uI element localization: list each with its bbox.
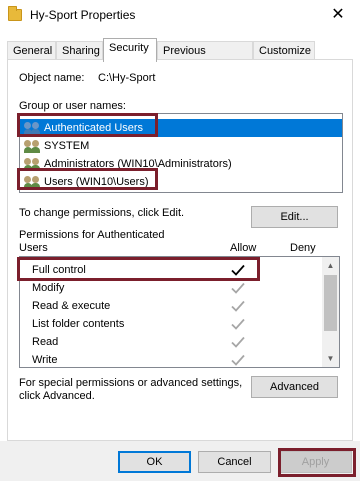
change-permissions-text: To change permissions, click Edit. <box>19 207 185 219</box>
title-bar: Hy-Sport Properties ✕ <box>0 0 360 32</box>
permission-row-read: Read <box>20 333 320 351</box>
groups-listbox[interactable]: Authenticated Users SYSTEM Administrator… <box>19 113 343 193</box>
users-icon <box>24 121 42 135</box>
tab-previous-versions[interactable]: Previous Versions <box>157 41 253 75</box>
users-icon <box>24 139 42 153</box>
users-icon <box>24 157 42 171</box>
permission-row-modify: Modify <box>20 279 320 297</box>
check-icon <box>231 336 245 348</box>
tab-security[interactable]: Security <box>103 38 157 62</box>
list-item-authenticated-users[interactable]: Authenticated Users <box>20 119 342 137</box>
cancel-button[interactable]: Cancel <box>198 451 271 473</box>
window-title: Hy-Sport Properties <box>30 8 136 22</box>
deny-header: Deny <box>290 242 316 254</box>
check-icon[interactable] <box>230 262 246 278</box>
list-item-label: Authenticated Users <box>44 122 144 134</box>
list-item-label: SYSTEM <box>44 140 90 152</box>
tab-customize[interactable]: Customize <box>253 41 315 61</box>
list-item-label: Administrators (WIN10\Administrators) <box>44 158 232 170</box>
permission-name: Write <box>32 354 58 366</box>
advanced-text-line1: For special permissions or advanced sett… <box>19 377 243 389</box>
scroll-up-arrow-icon[interactable]: ▲ <box>322 257 339 274</box>
list-item-users[interactable]: Users (WIN10\Users) <box>20 173 342 191</box>
permission-name: Full control <box>32 264 86 276</box>
permissions-scrollbar[interactable]: ▲ ▼ <box>322 257 339 367</box>
permissions-heading: Permissions for Authenticated Users <box>19 229 165 254</box>
permission-row-write: Write <box>20 351 320 367</box>
list-item-system[interactable]: SYSTEM <box>20 137 342 155</box>
check-icon <box>231 354 245 366</box>
check-icon <box>231 282 245 294</box>
permission-name: Read & execute <box>32 300 111 312</box>
advanced-button[interactable]: Advanced <box>251 376 338 398</box>
object-name-value: C:\Hy-Sport <box>98 72 156 84</box>
ok-button[interactable]: OK <box>118 451 191 473</box>
permission-row-read-execute: Read & execute <box>20 297 320 315</box>
permission-row-list-folder-contents: List folder contents <box>20 315 320 333</box>
tab-sharing[interactable]: Sharing <box>56 41 103 61</box>
permission-name: Read <box>32 336 59 348</box>
permissions-list[interactable]: Full control Modify Read & execute List … <box>19 256 340 368</box>
allow-header: Allow <box>230 242 257 254</box>
edit-button[interactable]: Edit... <box>251 206 338 228</box>
scroll-down-arrow-icon[interactable]: ▼ <box>322 350 339 367</box>
check-icon <box>231 300 245 312</box>
permission-row-full-control: Full control <box>20 261 320 279</box>
list-item-label: Users (WIN10\Users) <box>44 176 149 188</box>
check-icon <box>231 318 245 330</box>
apply-button[interactable]: Apply <box>279 451 352 473</box>
scroll-thumb[interactable] <box>324 275 337 331</box>
permission-name: List folder contents <box>32 318 125 330</box>
tab-strip: General Sharing Security Previous Versio… <box>7 38 353 75</box>
close-button[interactable]: ✕ <box>324 4 352 26</box>
permission-name: Modify <box>32 282 65 294</box>
users-icon <box>24 175 42 189</box>
folder-icon <box>8 6 22 21</box>
advanced-text-line2: click Advanced. <box>19 390 95 402</box>
object-name-label: Object name: <box>19 72 85 84</box>
groups-label: Group or user names: <box>19 100 126 112</box>
list-item-administrators[interactable]: Administrators (WIN10\Administrators) <box>20 155 342 173</box>
tab-general[interactable]: General <box>7 41 56 61</box>
